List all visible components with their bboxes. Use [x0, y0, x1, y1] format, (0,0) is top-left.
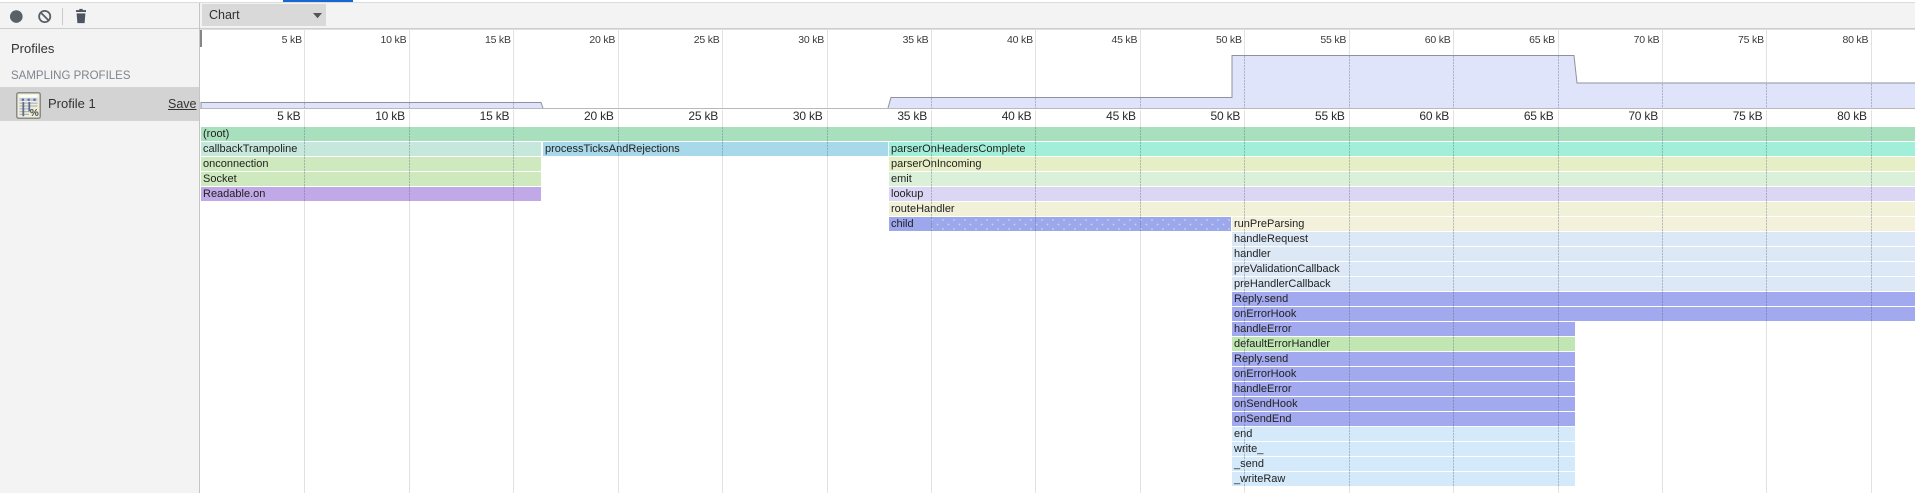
svg-text:%: %: [30, 108, 39, 119]
